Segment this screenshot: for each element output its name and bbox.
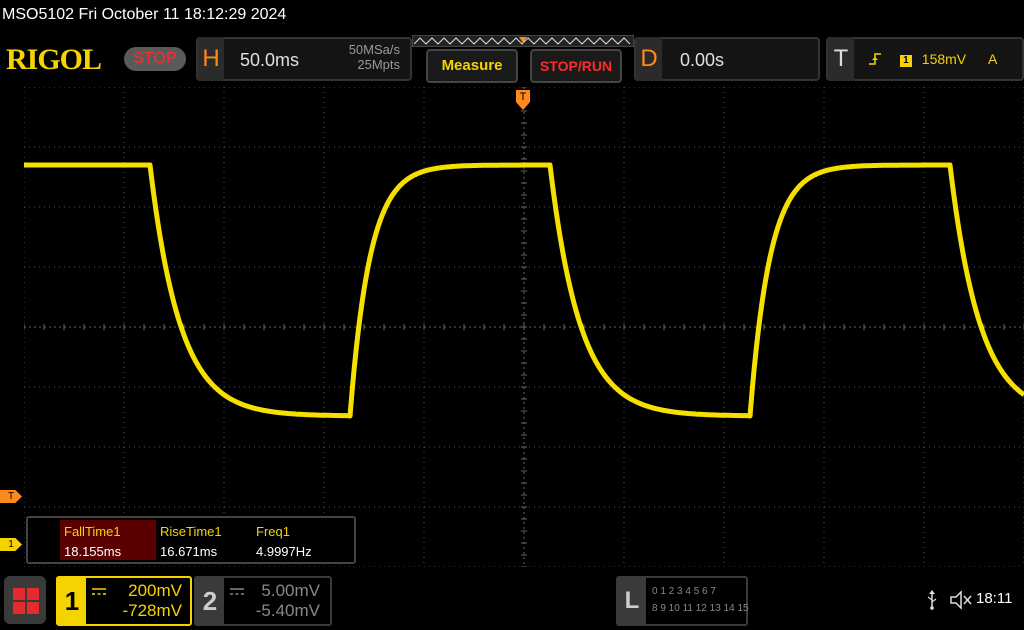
logic-row-2: 8 9 10 11 12 13 14 15 [652,603,749,614]
delay-value: 0.00s [680,50,725,70]
sample-rate: 50MSa/s [348,42,400,57]
logic-channel-list: 0 1 2 3 4 5 6 7 8 9 10 11 12 13 14 15 [652,583,749,617]
trigger-mode: A [988,51,998,67]
timebase-value: 50.0ms [240,50,300,70]
channel-scale: 200mV [128,581,182,600]
channel-scale: 5.00mV [261,581,320,600]
trigger-position-strip [412,35,634,47]
speaker-muted-icon[interactable] [950,590,972,610]
run-status-badge[interactable]: STOP [124,47,186,71]
channel-1-panel[interactable]: 1 200mV -728mV [56,576,192,626]
channel-settings: 5.00mV -5.40mV [232,581,320,621]
channel-settings: 200mV -728mV [94,581,182,621]
memory-depth: 25Mpts [357,57,400,72]
trigger-letter: T [828,37,854,81]
trigger-info: 1 158mV A [868,51,997,67]
usb-icon [927,590,937,610]
horizontal-panel[interactable]: H 50.0ms 50MSa/s 25Mpts [196,37,412,81]
graticule-axes [24,87,1024,567]
measurement-fall-time[interactable]: FallTime1 18.155ms [60,520,156,560]
status-clock: 18:11 [976,590,1013,607]
measurement-value: 16.671ms [160,544,218,559]
channel-offset: -5.40mV [255,601,320,620]
channel-number: 1 [58,578,86,624]
waveform-display[interactable] [24,87,1024,567]
rigol-logo: RIGOL [6,43,102,76]
channel-number: 2 [196,578,224,624]
bottom-bar: 1 200mV -728mV 2 5.00mV -5.40mV L 0 1 2 … [0,570,1024,630]
logic-analyzer-panel[interactable]: L 0 1 2 3 4 5 6 7 8 9 10 11 12 13 14 15 [616,576,749,626]
trigger-level-marker[interactable]: T [0,490,22,503]
trigger-panel[interactable]: T 1 158mV A [826,37,1024,81]
channel-offset: -728mV [122,601,182,620]
measurement-label: RiseTime1 [160,524,222,539]
logic-letter: L [618,578,646,624]
logic-row-1: 0 1 2 3 4 5 6 7 [652,586,716,597]
delay-panel[interactable]: D 0.00s [634,37,820,81]
trigger-source: 1 [899,55,912,67]
horizontal-letter: H [198,37,224,81]
measurement-value: 18.155ms [64,544,122,559]
title-bar: MSO5102 Fri October 11 18:12:29 2024 [0,0,1024,32]
measurement-value: 4.9997Hz [256,544,312,559]
rising-edge-icon [869,53,881,65]
sample-rate-info: 50MSa/s 25Mpts [334,42,400,72]
measurement-label: Freq1 [256,524,290,539]
ch1-offset-marker[interactable]: 1 [0,538,22,551]
stop-run-button[interactable]: STOP/RUN [530,49,622,83]
channel-2-panel[interactable]: 2 5.00mV -5.40mV [194,576,332,626]
trigger-level: 158mV [921,51,967,67]
measurement-frequency[interactable]: Freq1 4.9997Hz [252,520,348,560]
measurement-panel: FallTime1 18.155ms RiseTime1 16.671ms Fr… [26,516,356,564]
measure-button[interactable]: Measure [426,49,518,83]
delay-letter: D [636,37,662,81]
menu-grid-icon[interactable] [4,576,46,624]
measurement-rise-time[interactable]: RiseTime1 16.671ms [156,520,252,560]
device-datetime: MSO5102 Fri October 11 18:12:29 2024 [2,6,287,23]
top-toolbar: RIGOL STOP H 50.0ms 50MSa/s 25Mpts Measu… [0,34,1024,84]
measurement-label: FallTime1 [64,524,121,539]
